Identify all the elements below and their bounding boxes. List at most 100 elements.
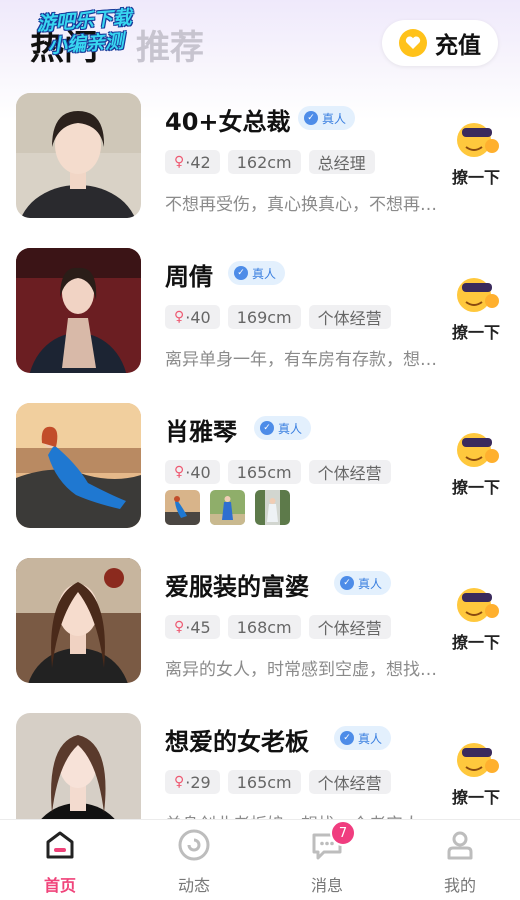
profile-card[interactable]: 肖雅琴 ✓ 真人 ♀ ·40 165cm 个体经营 撩一下 [0,398,520,548]
sunglasses-emoji-icon [452,736,500,780]
tab-home-label: 首页 [43,876,76,895]
sunglasses-emoji-icon [452,581,500,625]
age-value: ·40 [185,307,211,327]
check-icon: ✓ [234,266,248,280]
tab-home[interactable]: 首页 [20,828,100,896]
job-tag: 个体经营 [308,305,391,329]
female-icon: ♀ [174,619,185,635]
avatar[interactable] [16,713,141,820]
profile-tags: ♀ ·45 168cm 个体经营 [165,615,391,639]
verified-label: 真人 [322,111,347,126]
profile-tags: ♀ ·40 165cm 个体经营 [165,460,391,484]
verified-label: 真人 [278,421,303,436]
verified-badge: ✓ 真人 [228,261,286,285]
age-value: ·29 [185,772,211,792]
profile-card[interactable]: 想爱的女老板 ✓真人 ♀·29 165cm 个体经营 单身创业老板娘，想找一个老… [0,708,520,820]
recharge-button[interactable]: 充值 [382,20,498,66]
height-tag: 169cm [227,305,301,329]
profile-desc: 离异单身一年，有车房有存款，想找人 [165,350,437,370]
verified-label: 真人 [358,731,383,746]
avatar[interactable] [16,248,141,373]
recharge-label: 充值 [435,33,481,59]
age-tag: ♀ ·29 [165,770,220,794]
verified-badge: ✓ 真人 [254,416,312,440]
job-tag: 个体经营 [308,460,391,484]
poke-button[interactable]: 撩一下 [450,426,502,498]
age-value: ·40 [185,462,211,482]
poke-button[interactable]: 撩一下 [450,581,502,653]
verified-badge: ✓ 真人 [298,106,356,130]
heart-coin-icon [399,29,427,57]
profile-card[interactable]: 周倩 ✓ 真人 ♀ ·40 169cm 个体经营 离异单身一年，有车房有存款，想找人… [0,243,520,393]
profile-card[interactable]: 40+女总裁 ✓ 真人 ♀ ·42 162cm 总经理 不想再受伤，真心换真心，不想… [0,88,520,238]
tab-profile[interactable]: 我的 [420,828,500,896]
sunglasses-emoji-icon [452,426,500,470]
female-icon: ♀ [174,464,185,480]
profile-name: 周倩 [165,263,213,291]
profile-name: 想爱的女老板 [165,728,309,756]
female-icon: ♀ [174,154,185,170]
bottom-tab-bar: 首页 动态 7 消息 我的 [0,819,520,900]
avatar[interactable] [16,403,141,528]
profile-tags: ♀ ·42 162cm 总经理 [165,150,375,174]
age-tag: ♀ ·45 [165,615,220,639]
verified-label: 真人 [358,576,383,591]
age-tag: ♀ ·40 [165,460,220,484]
sunglasses-emoji-icon [452,116,500,160]
height-tag: 165cm [227,770,301,794]
poke-label: 撩一下 [451,788,500,807]
height-tag: 162cm [227,150,301,174]
profile-name: 40+女总裁 [165,108,291,136]
sunglasses-emoji-icon [452,271,500,315]
home-icon [43,828,77,862]
profile-desc: 不想再受伤，真心换真心，不想再受伤 [165,195,437,215]
verified-badge: ✓ 真人 [334,726,392,750]
poke-label: 撩一下 [451,168,500,187]
photo-thumb[interactable] [255,490,290,525]
age-value: ·42 [185,152,211,172]
height-tag: 165cm [227,460,301,484]
check-icon: ✓ [340,576,354,590]
tab-messages-label: 消息 [310,876,343,895]
age-tag: ♀ ·40 [165,305,220,329]
poke-button[interactable]: 撩一下 [450,116,502,188]
moments-icon [177,828,211,862]
profile-tags: ♀ ·29 165cm 个体经营 [165,770,391,794]
poke-button[interactable]: 撩一下 [450,736,502,808]
tab-messages[interactable]: 7 消息 [287,820,367,896]
job-tag: 个体经营 [308,770,391,794]
tab-moments-label: 动态 [177,876,210,895]
profile-desc: 离异的女人，时常感到空虚，想找人陪 [165,660,437,680]
verified-badge: ✓ 真人 [334,571,392,595]
profile-name: 爱服装的富婆 [165,573,309,601]
top-header: 热门 推荐 游吧乐下载 小编亲测 充值 [0,0,520,88]
female-icon: ♀ [174,309,185,325]
unread-badge: 7 [330,820,356,846]
profile-card[interactable]: 爱服装的富婆 ✓ 真人 ♀ ·45 168cm 个体经营 离异的女人，时常感到空虚，… [0,553,520,703]
height-tag: 168cm [227,615,301,639]
profile-tags: ♀ ·40 169cm 个体经营 [165,305,391,329]
poke-button[interactable]: 撩一下 [450,271,502,343]
tab-profile-label: 我的 [443,876,476,895]
photo-thumb[interactable] [165,490,200,525]
female-icon: ♀ [174,774,185,790]
chat-icon: 7 [310,820,356,862]
avatar[interactable] [16,93,141,218]
avatar[interactable] [16,558,141,683]
profile-icon [443,828,477,862]
poke-label: 撩一下 [451,633,500,652]
job-tag: 个体经营 [308,615,391,639]
age-value: ·45 [185,617,211,637]
profile-list[interactable]: 40+女总裁 ✓ 真人 ♀ ·42 162cm 总经理 不想再受伤，真心换真心，不想… [0,88,520,820]
tab-moments[interactable]: 动态 [154,828,234,896]
photo-thumb[interactable] [210,490,245,525]
poke-label: 撩一下 [451,323,500,342]
poke-label: 撩一下 [451,478,500,497]
check-icon: ✓ [340,731,354,745]
job-tag: 总经理 [308,150,375,174]
check-icon: ✓ [304,111,318,125]
age-tag: ♀ ·42 [165,150,220,174]
verified-label: 真人 [252,266,277,281]
profile-name: 肖雅琴 [165,418,237,446]
check-icon: ✓ [260,421,274,435]
